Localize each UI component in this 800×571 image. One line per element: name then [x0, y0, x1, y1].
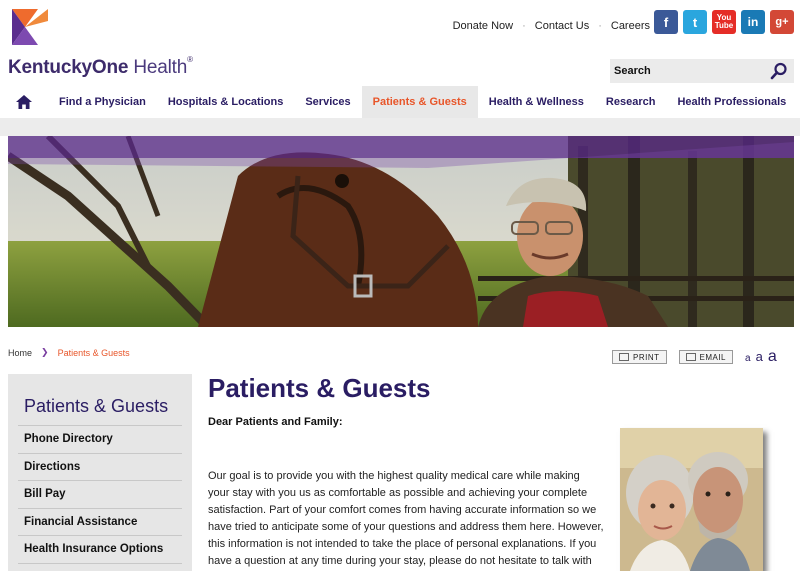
top-links: Donate Now · Contact Us · Careers [453, 20, 650, 32]
facebook-icon[interactable]: f [654, 10, 678, 34]
search-label: Search [614, 65, 651, 77]
home-icon[interactable] [0, 86, 48, 118]
page-tools: PRINT EMAIL a a a [612, 348, 777, 366]
couple-photo [620, 428, 763, 571]
home-glyph [16, 95, 32, 109]
couple-illustration [620, 428, 763, 571]
donate-now-link[interactable]: Donate Now [453, 20, 514, 32]
breadcrumb-separator-icon: ❯ [41, 347, 49, 357]
email-button[interactable]: EMAIL [678, 350, 734, 364]
envelope-icon [685, 353, 696, 361]
linkedin-icon[interactable]: in [741, 10, 765, 34]
page: KentuckyOne Health® Donate Now · Contact… [0, 0, 800, 571]
registered-mark: ® [187, 55, 193, 64]
sidebar-item-directions[interactable]: Directions [18, 454, 182, 481]
sidebar-item-financial-assistance[interactable]: Financial Assistance [18, 509, 182, 536]
nav-services[interactable]: Services [294, 86, 361, 118]
separator-dot: · [522, 20, 526, 32]
nav-health-wellness[interactable]: Health & Wellness [478, 86, 595, 118]
breadcrumb-current[interactable]: Patients & Guests [58, 348, 130, 358]
print-button[interactable]: PRINT [612, 350, 667, 364]
sidebar-item-bill-pay[interactable]: Bill Pay [18, 481, 182, 509]
page-title: Patients & Guests [208, 373, 431, 403]
sidebar: Patients & Guests Phone Directory Direct… [8, 374, 192, 571]
text-size-medium[interactable]: a [756, 349, 763, 364]
nav-patients-guests[interactable]: Patients & Guests [361, 86, 478, 118]
sidebar-item-health-insurance-options[interactable]: Health Insurance Options [18, 536, 182, 564]
breadcrumb-home[interactable]: Home [8, 348, 32, 358]
sidebar-item-phone-directory[interactable]: Phone Directory [18, 426, 182, 454]
text-size-large[interactable]: a [768, 348, 777, 366]
google-plus-icon[interactable]: g+ [770, 10, 794, 34]
twitter-icon[interactable]: t [683, 10, 707, 34]
youtube-icon[interactable]: You Tube [712, 10, 736, 34]
nav-health-professionals[interactable]: Health Professionals [666, 86, 797, 118]
print-label: PRINT [633, 352, 660, 362]
breadcrumb: Home ❯ Patients & Guests [8, 347, 130, 358]
careers-link[interactable]: Careers [611, 20, 650, 32]
nav-hospitals-locations[interactable]: Hospitals & Locations [157, 86, 295, 118]
search-icon[interactable] [770, 62, 788, 80]
main-nav: Find a Physician Hospitals & Locations S… [0, 86, 800, 118]
intro-paragraph: Our goal is to provide you with the high… [208, 470, 604, 567]
logo-mark-icon [12, 9, 48, 45]
hero-illustration [8, 136, 794, 327]
youtube-icon-bottom: Tube [714, 21, 734, 30]
nav-research[interactable]: Research [595, 86, 667, 118]
logo[interactable]: KentuckyOne Health® [8, 7, 198, 79]
contact-us-link[interactable]: Contact Us [535, 20, 589, 32]
logo-wordmark: KentuckyOne Health® [8, 55, 193, 79]
nav-divider [0, 118, 800, 136]
separator-dot: · [598, 20, 602, 32]
text-size-controls: a a a [745, 348, 777, 366]
greeting: Dear Patients and Family: [208, 416, 343, 428]
search-input[interactable]: Search [610, 59, 794, 83]
nav-find-a-physician[interactable]: Find a Physician [48, 86, 157, 118]
logo-brand-suffix: Health [133, 57, 188, 78]
email-label: EMAIL [699, 352, 727, 362]
hero-image [8, 136, 794, 327]
printer-icon [619, 353, 629, 361]
logo-brand: KentuckyOne [8, 57, 129, 78]
social-links: f t You Tube in g+ [654, 10, 794, 34]
text-size-small[interactable]: a [745, 353, 751, 364]
sidebar-title[interactable]: Patients & Guests [18, 374, 182, 426]
